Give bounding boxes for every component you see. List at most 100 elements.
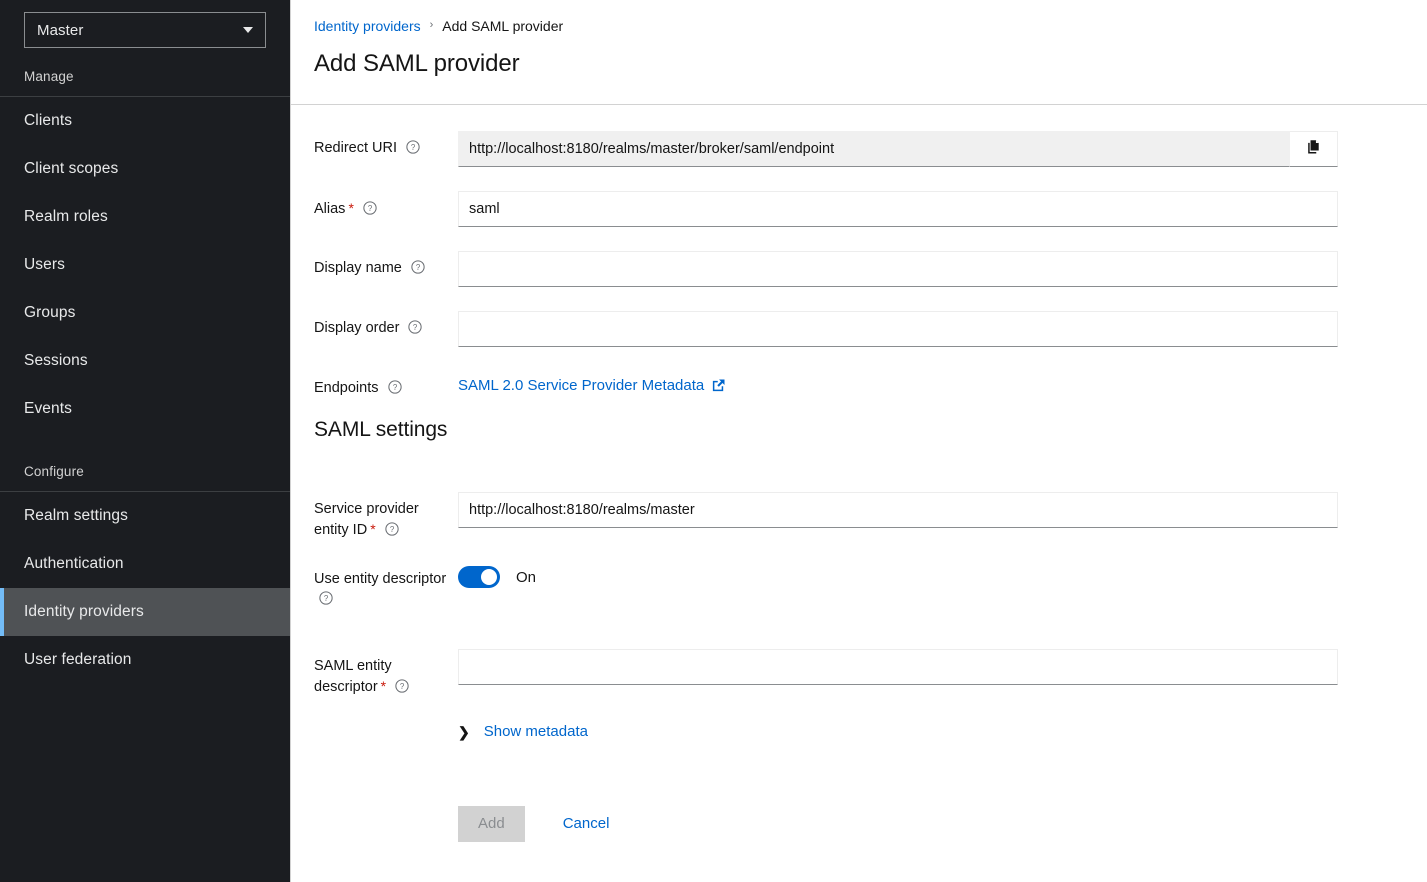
form-row-display-order: Display order ?	[291, 311, 1427, 347]
help-circle-icon[interactable]: ?	[395, 679, 409, 693]
copy-button[interactable]	[1290, 131, 1338, 167]
show-metadata-label: Show metadata	[484, 723, 588, 740]
toggle-state-label: On	[516, 569, 536, 586]
use-entity-descriptor-toggle[interactable]	[458, 566, 500, 588]
sidebar-item-user-federation[interactable]: User federation	[0, 636, 290, 684]
help-circle-icon[interactable]: ?	[385, 522, 399, 536]
sidebar-item-groups[interactable]: Groups	[0, 289, 290, 337]
breadcrumb-link-identity-providers[interactable]: Identity providers	[314, 18, 421, 34]
chevron-right-icon: ❯	[458, 725, 470, 739]
sidebar-item-label: Groups	[24, 304, 75, 322]
control-redirect-uri	[458, 131, 1427, 167]
control-actions: Add Cancel	[458, 806, 1427, 842]
control-display-name	[458, 251, 1427, 287]
control-show-metadata: ❯ Show metadata	[458, 723, 1427, 742]
form-row-use-entity-descriptor: Use entity descriptor ? On	[291, 562, 1427, 609]
sidebar-item-label: Authentication	[24, 555, 124, 573]
external-link-icon	[711, 378, 726, 393]
svg-text:?: ?	[416, 263, 421, 272]
redirect-uri-input-group	[458, 131, 1338, 167]
svg-text:?: ?	[389, 525, 394, 534]
saml-metadata-link[interactable]: SAML 2.0 Service Provider Metadata	[458, 371, 726, 394]
control-saml-entity-descriptor	[458, 649, 1427, 685]
copy-icon	[1305, 139, 1322, 159]
sidebar-item-label: Realm settings	[24, 507, 128, 525]
sidebar-item-identity-providers[interactable]: Identity providers	[0, 588, 290, 636]
form-row-sp-entity-id: Service provider entity ID* ?	[291, 492, 1427, 540]
cancel-button[interactable]: Cancel	[547, 806, 626, 842]
label-display-order: Display order ?	[291, 311, 458, 338]
help-circle-icon[interactable]: ?	[406, 140, 420, 154]
display-order-input[interactable]	[458, 311, 1338, 347]
control-endpoints: SAML 2.0 Service Provider Metadata	[458, 371, 1427, 395]
svg-text:?: ?	[392, 383, 397, 392]
main-content: Identity providers › Add SAML provider A…	[291, 0, 1427, 882]
label-use-entity-descriptor: Use entity descriptor ?	[291, 562, 458, 609]
sidebar-item-events[interactable]: Events	[0, 385, 290, 433]
label-text: Endpoints	[314, 380, 379, 396]
realm-selector-value: Master	[37, 22, 243, 39]
label-text: Display name	[314, 260, 402, 276]
realm-selector[interactable]: Master	[24, 12, 266, 48]
actions-spacer	[291, 806, 458, 813]
realm-selector-container: Master	[0, 0, 290, 60]
form-row-actions: Add Cancel	[291, 806, 1427, 842]
sidebar-item-sessions[interactable]: Sessions	[0, 337, 290, 385]
form-row-endpoints: Endpoints ? SAML 2.0 Service Provider Me…	[291, 371, 1427, 398]
svg-text:?: ?	[368, 204, 373, 213]
label-alias: Alias* ?	[291, 191, 458, 219]
sidebar-item-label: Sessions	[24, 352, 88, 370]
help-circle-icon[interactable]: ?	[363, 201, 377, 215]
show-metadata-toggle[interactable]: ❯ Show metadata	[458, 723, 588, 740]
sidebar-item-realm-roles[interactable]: Realm roles	[0, 193, 290, 241]
breadcrumb-separator-icon: ›	[430, 20, 434, 31]
control-alias	[458, 191, 1427, 227]
saml-entity-descriptor-input[interactable]	[458, 649, 1338, 685]
label-text: Alias	[314, 201, 345, 217]
nav-section-title-manage: Manage	[0, 60, 290, 96]
sidebar-item-label: Identity providers	[24, 603, 144, 621]
sidebar-item-label: Users	[24, 256, 65, 274]
label-sp-entity-id: Service provider entity ID* ?	[291, 492, 458, 540]
svg-text:?: ?	[324, 594, 329, 603]
breadcrumb-current: Add SAML provider	[442, 18, 563, 34]
toggle-knob	[481, 569, 497, 585]
label-display-name: Display name ?	[291, 251, 458, 278]
form-row-display-name: Display name ?	[291, 251, 1427, 287]
help-circle-icon[interactable]: ?	[319, 591, 333, 605]
sidebar-item-label: Realm roles	[24, 208, 108, 226]
action-buttons: Add Cancel	[458, 806, 1338, 842]
display-name-input[interactable]	[458, 251, 1338, 287]
sidebar-item-clients[interactable]: Clients	[0, 97, 290, 145]
svg-text:?: ?	[400, 682, 405, 691]
required-marker: *	[348, 200, 353, 216]
control-use-entity-descriptor: On	[458, 562, 1427, 588]
breadcrumb: Identity providers › Add SAML provider	[314, 16, 1403, 35]
sidebar-item-realm-settings[interactable]: Realm settings	[0, 492, 290, 540]
alias-input[interactable]	[458, 191, 1338, 227]
help-circle-icon[interactable]: ?	[388, 380, 402, 394]
help-circle-icon[interactable]: ?	[408, 320, 422, 334]
label-text: Use entity descriptor	[314, 571, 446, 587]
label-saml-entity-descriptor: SAML entity descriptor* ?	[291, 649, 458, 697]
help-circle-icon[interactable]: ?	[411, 260, 425, 274]
label-endpoints: Endpoints ?	[291, 371, 458, 398]
sidebar: Master Manage Clients Client scopes Real…	[0, 0, 291, 882]
form-row-redirect-uri: Redirect URI ?	[291, 131, 1427, 167]
svg-text:?: ?	[411, 143, 416, 152]
provider-form: Redirect URI ?	[291, 105, 1427, 842]
add-button[interactable]: Add	[458, 806, 525, 842]
nav-section-title-configure: Configure	[0, 455, 290, 491]
page-header: Identity providers › Add SAML provider A…	[291, 0, 1427, 105]
use-entity-descriptor-toggle-wrap: On	[458, 562, 1338, 588]
sidebar-item-users[interactable]: Users	[0, 241, 290, 289]
form-row-show-metadata: ❯ Show metadata	[291, 723, 1427, 742]
sidebar-item-label: User federation	[24, 651, 131, 669]
sp-entity-id-input[interactable]	[458, 492, 1338, 528]
redirect-uri-input[interactable]	[458, 131, 1290, 167]
sidebar-item-authentication[interactable]: Authentication	[0, 540, 290, 588]
sidebar-item-client-scopes[interactable]: Client scopes	[0, 145, 290, 193]
section-title-saml-settings: SAML settings	[291, 418, 1427, 442]
sidebar-item-label: Client scopes	[24, 160, 118, 178]
sidebar-item-label: Events	[24, 400, 72, 418]
